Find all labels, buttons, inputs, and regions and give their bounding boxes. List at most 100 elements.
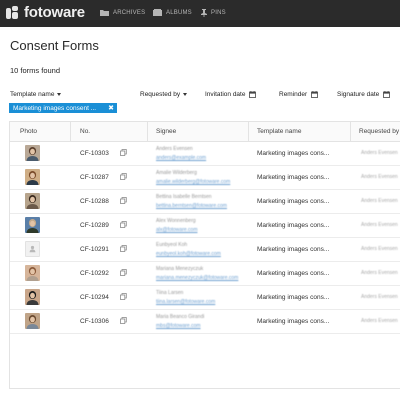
column-header-signee[interactable]: Signee [156, 128, 176, 135]
copy-icon[interactable] [120, 293, 127, 300]
result-count: 10 forms found [10, 66, 61, 75]
template-name: Marketing images cons... [257, 270, 330, 277]
filter-reminder-label: Reminder [279, 91, 308, 98]
table-row[interactable]: CF-10289 Alex Wonnenberg alx@fotoware.com M… [10, 214, 400, 238]
page-title: Consent Forms [10, 38, 99, 53]
nav-archives[interactable]: ARCHIVES [100, 9, 145, 16]
requested-by: Anders Evensen [361, 246, 398, 252]
filter-signature-date-label: Signature date [337, 91, 380, 98]
table-row[interactable]: CF-10303 Anders Evensen anders@example.com… [10, 142, 400, 166]
filter-reminder[interactable]: Reminder [279, 91, 319, 98]
requested-by: Anders Evensen [361, 270, 398, 276]
table-header: Photo No. Signee Template name Requested… [10, 122, 400, 142]
logo-icon [6, 6, 20, 20]
form-number: CF-10289 [80, 222, 109, 229]
template-name: Marketing images cons... [257, 294, 330, 301]
signee-name: Tiina Larsen [156, 290, 184, 296]
filter-signature-date[interactable]: Signature date [337, 91, 391, 98]
calendar-icon [383, 91, 391, 98]
filter-invitation-date-label: Invitation date [205, 91, 246, 98]
avatar[interactable] [25, 145, 40, 161]
column-header-requested-by[interactable]: Requested by [359, 128, 399, 135]
template-name: Marketing images cons... [257, 150, 330, 157]
calendar-icon [311, 91, 319, 98]
nav-pins-label: PINS [211, 10, 226, 16]
avatar[interactable] [25, 265, 40, 281]
copy-icon[interactable] [120, 149, 127, 156]
copy-icon[interactable] [120, 245, 127, 252]
copy-icon[interactable] [120, 221, 127, 228]
avatar[interactable] [25, 217, 40, 233]
avatar[interactable] [25, 289, 40, 305]
form-number: CF-10303 [80, 150, 109, 157]
signee-name: Maria Beanco Girandi [156, 314, 205, 320]
active-filter-chip-label: Marketing images consent ... [13, 104, 97, 112]
avatar[interactable] [25, 313, 40, 329]
signee-name: Bettina Isabelle Berntsen [156, 194, 212, 200]
fotoware-logo[interactable]: fotoware [6, 5, 85, 21]
template-name: Marketing images cons... [257, 246, 330, 253]
filter-requested-by[interactable]: Requested by [140, 91, 188, 98]
form-number: CF-10288 [80, 198, 109, 205]
template-name: Marketing images cons... [257, 198, 330, 205]
nav-archives-label: ARCHIVES [113, 9, 146, 16]
signee-email-link[interactable]: mbs@fotoware.com [156, 323, 201, 329]
archive-icon [100, 10, 109, 16]
table-row[interactable]: CF-10291 Eunbyeol Koh eunbyeol.koh@fotowar… [10, 238, 400, 262]
template-name: Marketing images cons... [257, 222, 330, 229]
signee-email-link[interactable]: amalie.wilderberg@fotoware.com [156, 179, 230, 185]
copy-icon[interactable] [120, 173, 127, 180]
signee-email-link[interactable]: anders@example.com [156, 155, 206, 161]
signee-name: Eunbyeol Koh [156, 242, 188, 248]
avatar[interactable] [25, 169, 40, 185]
chevron-down-icon [183, 93, 188, 96]
requested-by: Anders Evensen [361, 174, 398, 180]
filter-requested-by-label: Requested by [140, 91, 181, 98]
filter-invitation-date[interactable]: Invitation date [205, 91, 257, 98]
close-icon[interactable]: ✖ [108, 104, 114, 112]
avatar[interactable] [25, 193, 40, 209]
signee-email-link[interactable]: mariana.menezyczuk@fotoware.com [156, 275, 238, 281]
column-header-template-name[interactable]: Template name [257, 128, 301, 135]
requested-by: Anders Evensen [361, 294, 398, 300]
form-number: CF-10292 [80, 270, 109, 277]
signee-name: Amalie Wilderberg [156, 170, 197, 176]
table-row[interactable]: CF-10288 Bettina Isabelle Berntsen bettina… [10, 190, 400, 214]
pin-icon [201, 9, 207, 17]
copy-icon[interactable] [120, 269, 127, 276]
copy-icon[interactable] [120, 317, 127, 324]
requested-by: Anders Evensen [361, 150, 398, 156]
nav-albums-label: ALBUMS [166, 9, 192, 16]
signee-name: Mariana Menezyczuk [156, 266, 204, 272]
template-name: Marketing images cons... [257, 318, 330, 325]
chevron-down-icon [57, 93, 62, 96]
consent-forms-table: Photo No. Signee Template name Requested… [9, 121, 400, 389]
column-header-number[interactable]: No. [80, 128, 90, 135]
form-number: CF-10294 [80, 294, 109, 301]
user-icon [29, 245, 36, 253]
signee-email-link[interactable]: tiina.larsen@fotoware.com [156, 299, 215, 305]
signee-name: Alex Wonnenberg [156, 218, 196, 224]
avatar-placeholder[interactable] [25, 241, 40, 257]
table-row[interactable]: CF-10294 Tiina Larsen tiina.larsen@fotowar… [10, 286, 400, 310]
signee-email-link[interactable]: alx@fotoware.com [156, 227, 197, 233]
filter-template-name-label: Template name [10, 91, 55, 98]
column-header-photo[interactable]: Photo [20, 128, 37, 135]
signee-name: Anders Evensen [156, 146, 193, 152]
requested-by: Anders Evensen [361, 318, 398, 324]
template-name: Marketing images cons... [257, 174, 330, 181]
logo-text: fotoware [24, 4, 85, 21]
signee-email-link[interactable]: bettina.berntsen@fotoware.com [156, 203, 227, 209]
active-filter-chip[interactable]: Marketing images consent ... ✖ [9, 103, 117, 113]
top-navigation-bar: fotoware ARCHIVES ALBUMS PINS [0, 0, 400, 27]
album-icon [153, 9, 162, 16]
table-row[interactable]: CF-10287 Amalie Wilderberg amalie.wilderbe… [10, 166, 400, 190]
nav-albums[interactable]: ALBUMS [153, 9, 192, 16]
signee-email-link[interactable]: eunbyeol.koh@fotoware.com [156, 251, 221, 257]
nav-pins[interactable]: PINS [201, 9, 226, 17]
table-row[interactable]: CF-10292 Mariana Menezyczuk mariana.menezy… [10, 262, 400, 286]
table-row[interactable]: CF-10306 Maria Beanco Girandi mbs@fotoware… [10, 310, 400, 334]
copy-icon[interactable] [120, 197, 127, 204]
form-number: CF-10306 [80, 318, 109, 325]
filter-template-name[interactable]: Template name [10, 91, 62, 98]
